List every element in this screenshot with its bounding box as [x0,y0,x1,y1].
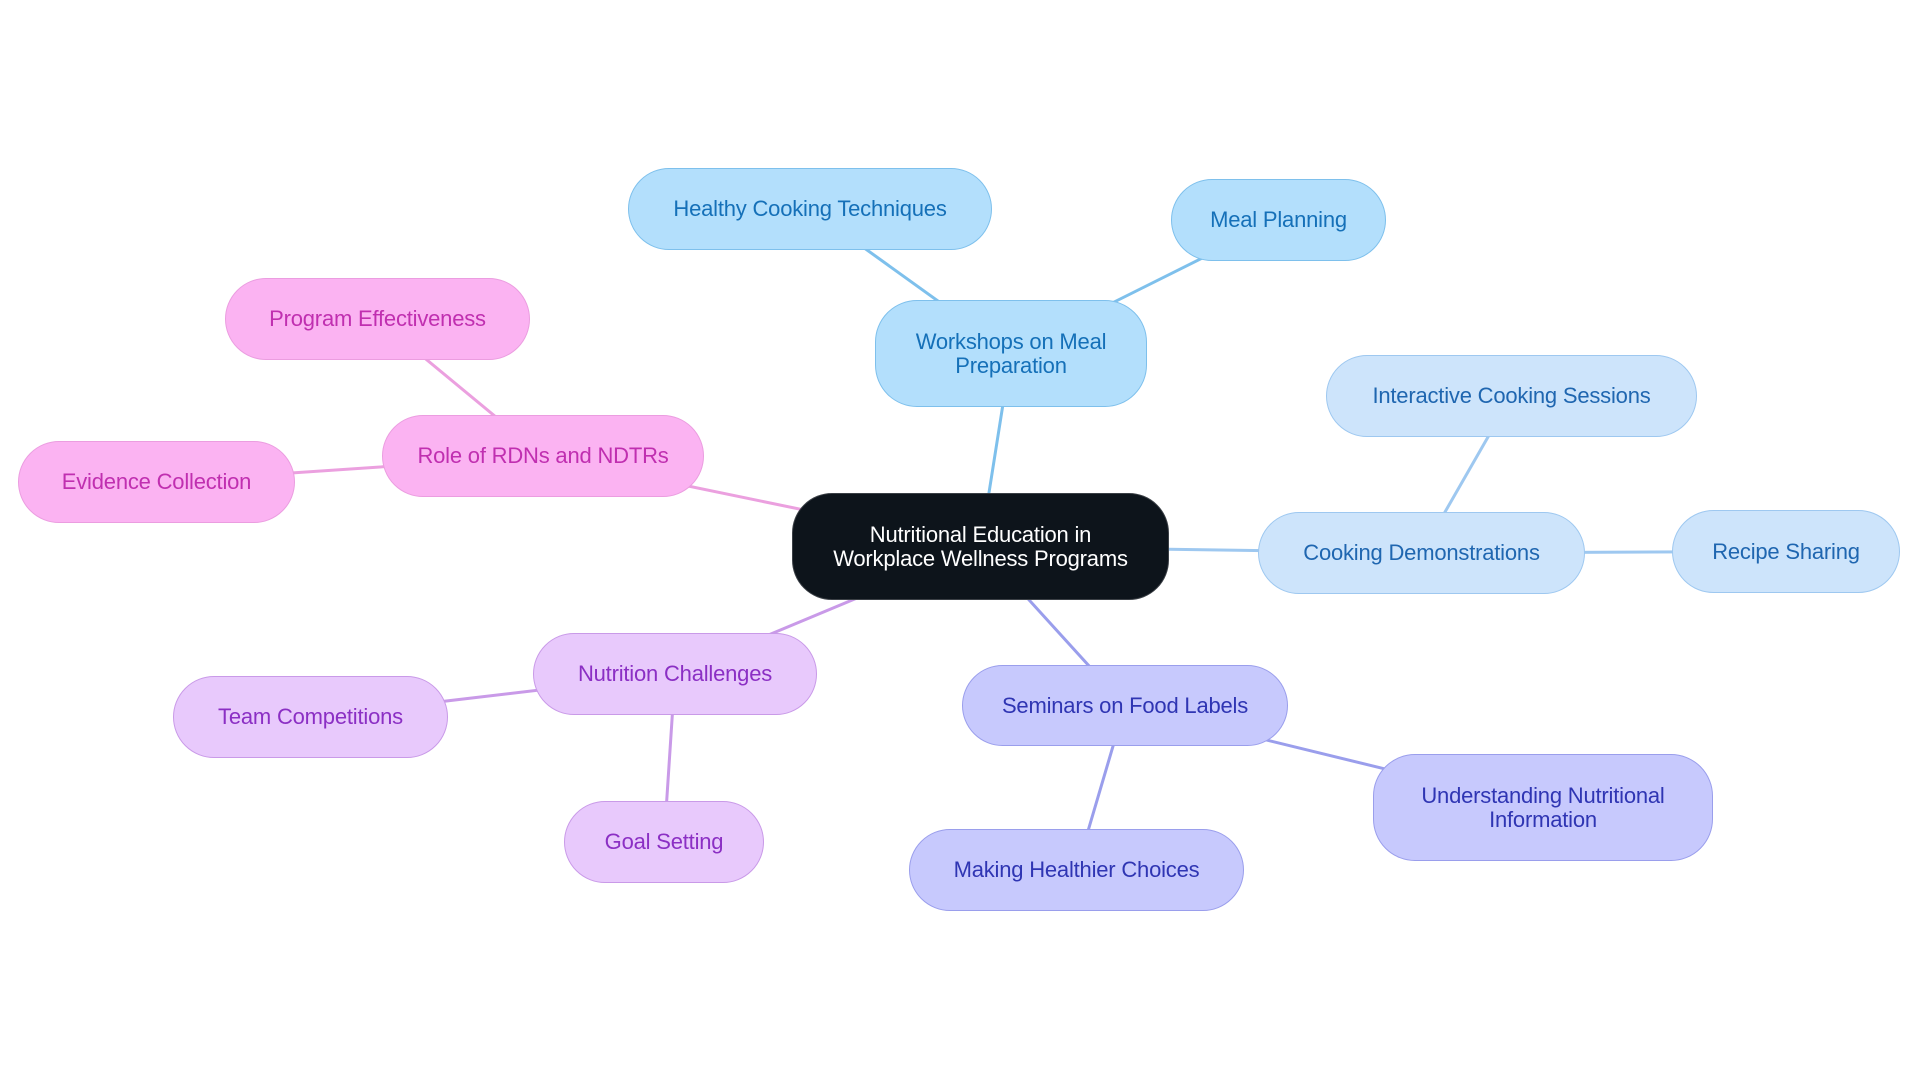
branch-node-label: Cooking Demonstrations [1303,540,1540,565]
leaf-node-healthy-cooking[interactable]: Healthy Cooking Techniques [628,168,992,250]
branch-node-label: Seminars on Food Labels [1001,692,1249,718]
root-node-label: Nutritional Education in Workplace Wellne… [833,521,1128,571]
leaf-node-label: Healthy Cooking Techniques [673,196,947,221]
leaf-node-label: Meal Planning [1210,207,1347,232]
leaf-node-label: Making Healthier Choices [953,857,1200,882]
leaf-node-label: Goal Setting [604,829,724,854]
leaf-node-label: Evidence Collection [61,469,252,494]
branch-node-workshops[interactable]: Workshops on Meal Preparation [875,300,1147,407]
leaf-node-making-healthier-choices[interactable]: Making Healthier Choices [909,829,1244,911]
leaf-node-goal-setting[interactable]: Goal Setting [564,801,764,883]
leaf-node-understanding-nutritional-info[interactable]: Understanding Nutritional Information [1373,754,1713,861]
mindmap-canvas: Nutritional Education in Workplace Wellne… [0,0,1920,1083]
leaf-node-interactive-cooking[interactable]: Interactive Cooking Sessions [1326,355,1697,437]
branch-node-cooking-demonstrations[interactable]: Cooking Demonstrations [1258,512,1585,594]
leaf-node-team-competitions[interactable]: Team Competitions [173,676,448,758]
branch-node-label: Role of RDNs and NDTRs [417,443,669,468]
leaf-node-label: Interactive Cooking Sessions [1372,383,1651,408]
leaf-node-program-effectiveness[interactable]: Program Effectiveness [225,278,530,360]
leaf-node-recipe-sharing[interactable]: Recipe Sharing [1672,510,1900,593]
branch-node-label: Workshops on Meal Preparation [915,328,1107,378]
leaf-node-label: Team Competitions [218,704,403,729]
leaf-node-label: Understanding Nutritional Information [1421,782,1665,832]
leaf-node-label: Recipe Sharing [1712,538,1860,564]
branch-node-role-of-rdns[interactable]: Role of RDNs and NDTRs [382,415,704,497]
root-node[interactable]: Nutritional Education in Workplace Wellne… [792,493,1169,600]
leaf-node-meal-planning[interactable]: Meal Planning [1171,179,1386,261]
branch-node-label: Nutrition Challenges [577,661,773,686]
leaf-node-label: Program Effectiveness [269,306,486,331]
branch-node-nutrition-challenges[interactable]: Nutrition Challenges [533,633,817,715]
leaf-node-evidence-collection[interactable]: Evidence Collection [18,441,295,523]
branch-node-seminars-food-labels[interactable]: Seminars on Food Labels [962,665,1288,746]
